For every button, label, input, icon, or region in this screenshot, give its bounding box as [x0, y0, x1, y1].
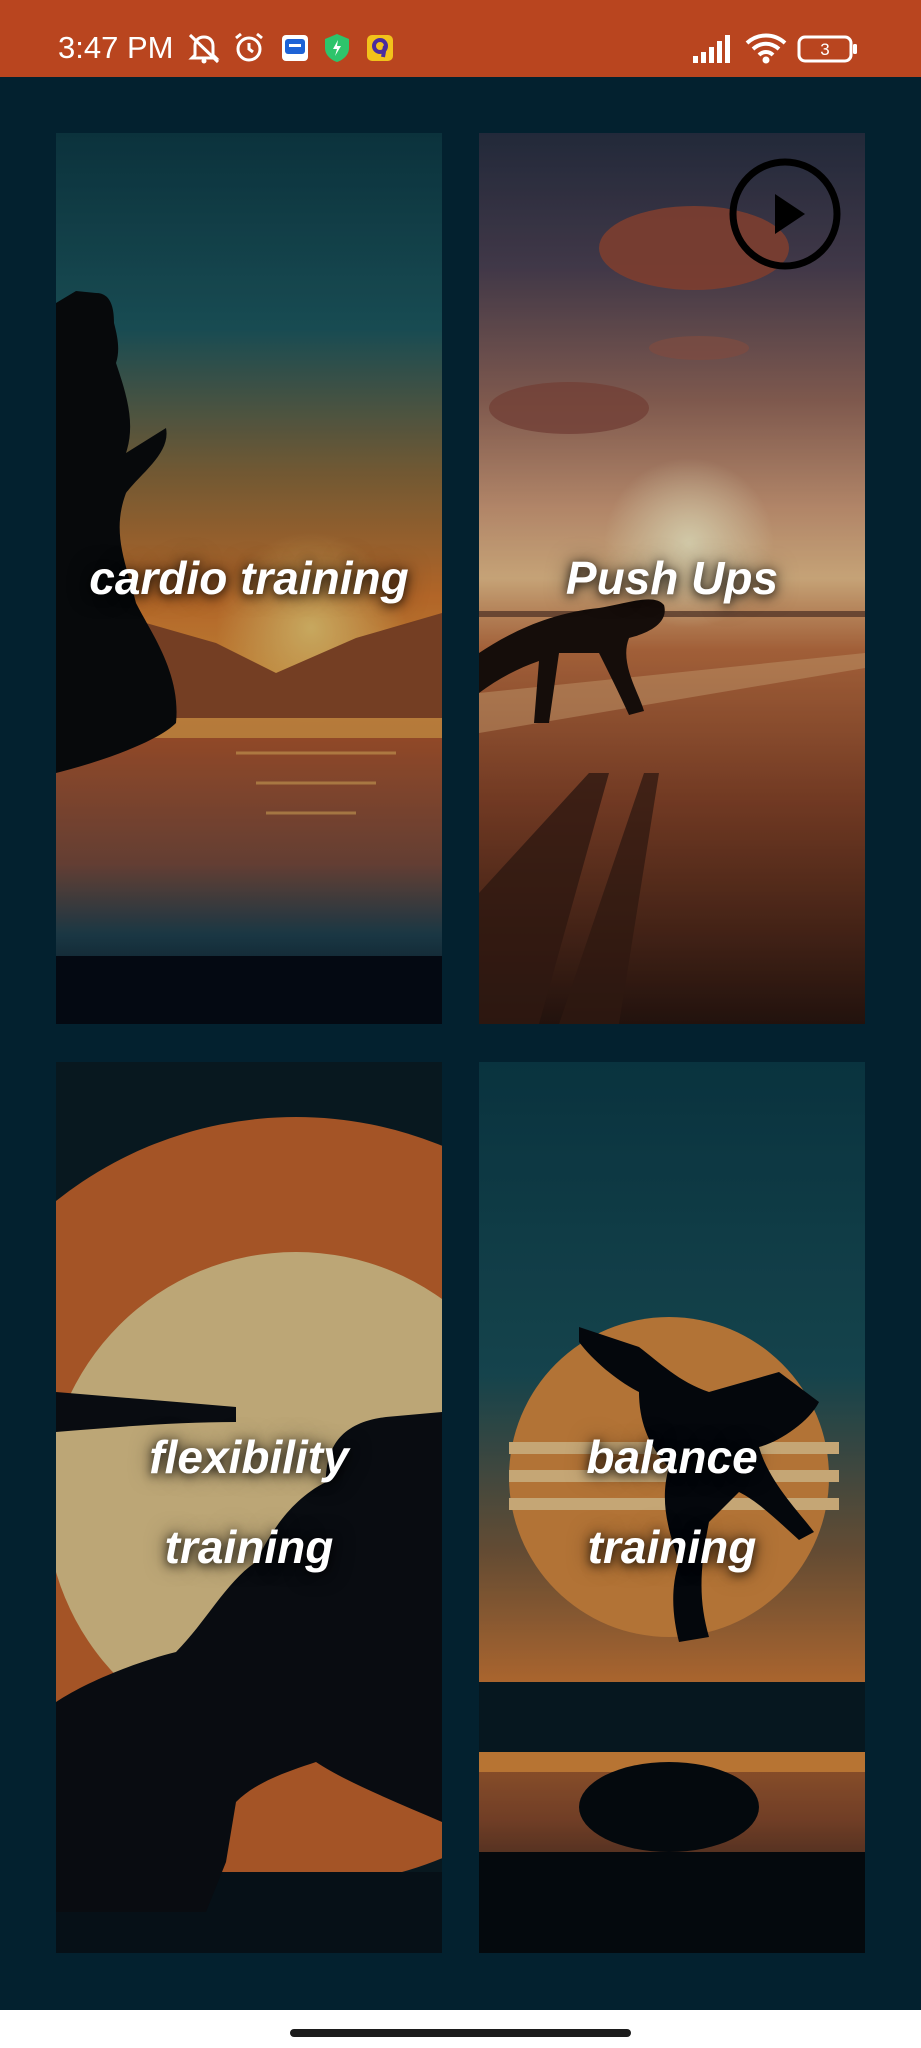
push-ups-label: Push Ups [565, 552, 779, 604]
play-button[interactable] [729, 158, 841, 270]
alarm-icon [232, 31, 266, 65]
cardio-training-label: cardio training [89, 552, 409, 604]
flexibility-training-label: flexibility training [149, 1431, 349, 1573]
signal-icon [692, 34, 734, 68]
home-indicator[interactable] [290, 2029, 631, 2037]
flexibility-training-card[interactable]: flexibility training [56, 1062, 442, 1953]
play-icon [729, 158, 841, 270]
battery-icon: 3 [797, 35, 859, 69]
balance-training-label: balance training [586, 1431, 758, 1573]
navigation-bar [0, 2010, 921, 2048]
status-bar: 3:47 PM 3 [0, 0, 921, 77]
shield-app-icon [323, 33, 351, 67]
battery-level: 3 [820, 40, 829, 59]
messenger-app-icon [281, 34, 309, 68]
cardio-training-card[interactable]: cardio training [56, 133, 442, 1024]
workout-grid: cardio training Push Ups flexibility tra… [0, 77, 921, 2010]
balance-training-card[interactable]: balance training [479, 1062, 865, 1953]
yellow-app-icon [366, 34, 394, 68]
wifi-icon [745, 32, 787, 66]
mute-bell-icon [185, 31, 223, 65]
status-time: 3:47 PM [58, 30, 174, 65]
